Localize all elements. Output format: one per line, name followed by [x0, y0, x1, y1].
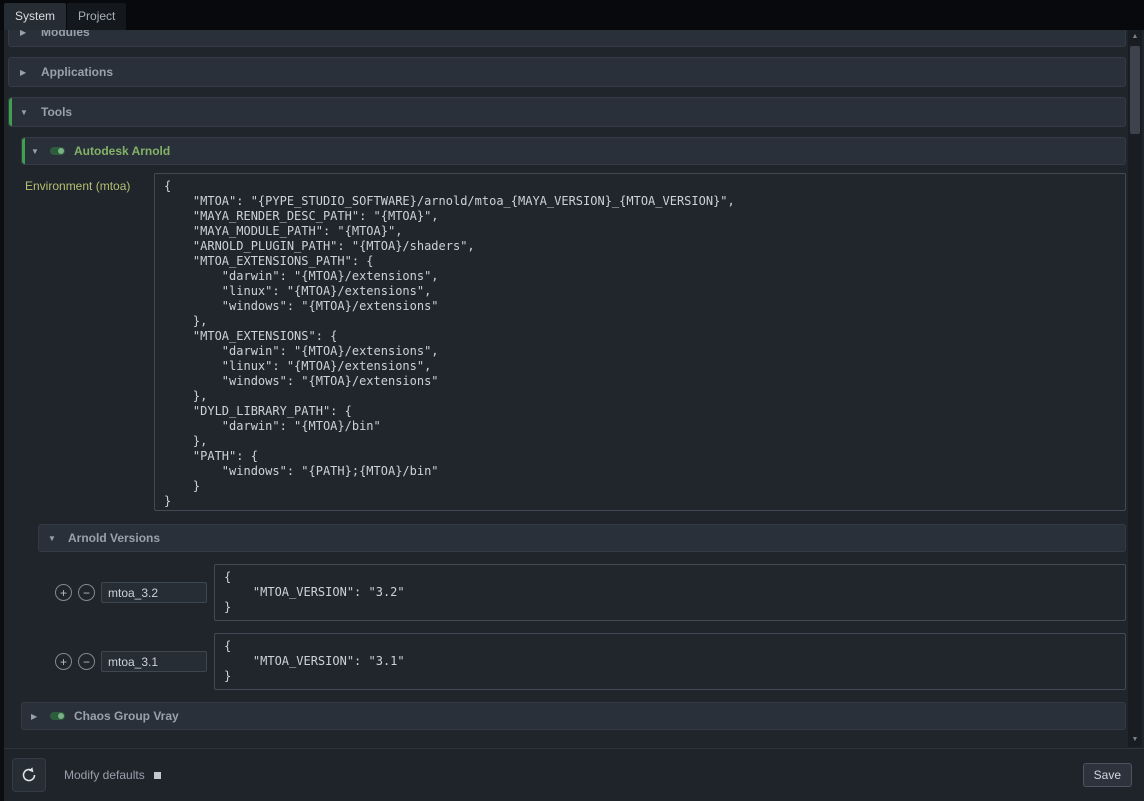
chevron-down-icon: ▼	[20, 108, 30, 117]
scroll-down-icon[interactable]: ▼	[1128, 733, 1142, 747]
group-header-arnold[interactable]: ▼ Autodesk Arnold	[21, 137, 1126, 165]
save-button[interactable]: Save	[1083, 763, 1132, 787]
subsection-header-arnold-versions[interactable]: ▼ Arnold Versions	[38, 524, 1126, 552]
section-header-tools[interactable]: ▼ Tools	[8, 97, 1126, 127]
section-header-applications[interactable]: ▶ Applications	[8, 57, 1126, 87]
section-label-applications: Applications	[41, 65, 113, 79]
refresh-button[interactable]	[12, 758, 46, 792]
add-version-button[interactable]: +	[55, 584, 72, 601]
vray-enabled-toggle-icon[interactable]	[50, 712, 65, 720]
chevron-down-icon: ▼	[48, 534, 58, 543]
section-label-modules: Modules	[41, 30, 90, 39]
section-header-modules[interactable]: ▶ Modules	[8, 30, 1126, 47]
settings-scroll-area: ▶ Modules ▶ Applications ▼ Tools ▼ Autod…	[4, 30, 1126, 748]
version-row: + − { "MTOA_VERSION": "3.1" }	[55, 633, 1126, 690]
scroll-up-icon[interactable]: ▲	[1128, 30, 1142, 44]
tab-project[interactable]: Project	[67, 3, 126, 30]
footer-bar: Modify defaults Save	[4, 748, 1144, 801]
tab-system[interactable]: System	[4, 3, 66, 30]
group-header-vray[interactable]: ▶ Chaos Group Vray	[21, 702, 1126, 730]
chevron-right-icon: ▶	[20, 30, 30, 37]
modify-defaults-label: Modify defaults	[64, 768, 145, 782]
environment-json-textarea[interactable]: { "MTOA": "{PYPE_STUDIO_SOFTWARE}/arnold…	[154, 173, 1126, 511]
tab-bar: System Project	[0, 0, 1144, 30]
scrollbar-track[interactable]	[1128, 44, 1142, 733]
version-key-input[interactable]	[101, 651, 207, 672]
modify-defaults-checkbox[interactable]	[154, 772, 161, 779]
chevron-right-icon: ▶	[31, 712, 41, 721]
environment-label: Environment (mtoa)	[25, 173, 149, 511]
remove-version-button[interactable]: −	[78, 653, 95, 670]
remove-version-button[interactable]: −	[78, 584, 95, 601]
section-label-tools: Tools	[41, 105, 72, 119]
chevron-down-icon: ▼	[31, 147, 41, 156]
group-title-arnold: Autodesk Arnold	[74, 144, 170, 158]
tools-section-body: ▼ Autodesk Arnold Environment (mtoa) { "…	[8, 137, 1126, 730]
subsection-label-arnold-versions: Arnold Versions	[68, 531, 160, 545]
settings-panel: ▶ Modules ▶ Applications ▼ Tools ▼ Autod…	[0, 30, 1144, 801]
add-version-button[interactable]: +	[55, 653, 72, 670]
chevron-right-icon: ▶	[20, 68, 30, 77]
scrollbar-thumb[interactable]	[1130, 46, 1140, 134]
version-json-textarea[interactable]: { "MTOA_VERSION": "3.1" }	[214, 633, 1126, 690]
version-key-input[interactable]	[101, 582, 207, 603]
environment-row: Environment (mtoa) { "MTOA": "{PYPE_STUD…	[25, 173, 1126, 511]
version-json-textarea[interactable]: { "MTOA_VERSION": "3.2" }	[214, 564, 1126, 621]
group-title-vray: Chaos Group Vray	[74, 709, 179, 723]
refresh-icon	[20, 766, 38, 784]
version-row: + − { "MTOA_VERSION": "3.2" }	[55, 564, 1126, 621]
scrollbar[interactable]: ▲ ▼	[1128, 30, 1142, 747]
arnold-enabled-toggle-icon[interactable]	[50, 147, 65, 155]
